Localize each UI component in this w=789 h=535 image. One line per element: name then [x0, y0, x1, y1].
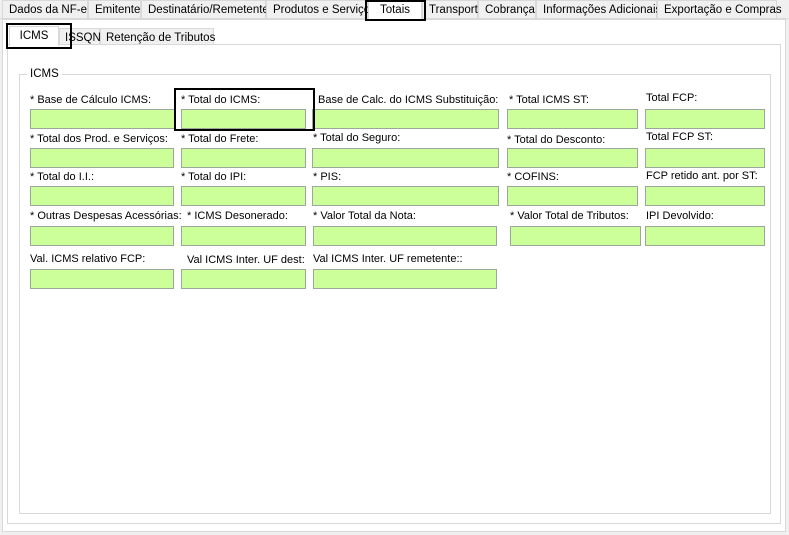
total-frete-field[interactable]	[181, 148, 306, 168]
icms-desonerado-field[interactable]	[181, 226, 306, 246]
total-ii-field[interactable]	[30, 186, 174, 206]
val-icms-uf-remetente-field[interactable]	[313, 269, 497, 289]
label-valor-total-tributos: * Valor Total de Tributos:	[510, 210, 629, 222]
label-total-ipi: * Total do IPI:	[181, 171, 247, 183]
label-total-fcp: Total FCP:	[646, 92, 698, 104]
label-cofins: * COFINS:	[507, 171, 559, 183]
total-icms-st-field[interactable]	[507, 109, 638, 129]
label-total-seguro: * Total do Seguro:	[313, 132, 401, 144]
base-calc-icms-st-field[interactable]	[312, 109, 499, 129]
total-icms-field[interactable]	[181, 109, 306, 129]
label-val-icms-uf-dest: Val ICMS Inter. UF dest:	[187, 254, 305, 266]
label-base-calc-icms-st: Base de Calc. do ICMS Substituição:	[318, 94, 499, 106]
total-fcp-st-field[interactable]	[645, 148, 765, 168]
valor-total-tributos-field[interactable]	[510, 226, 641, 246]
total-fcp-field[interactable]	[645, 109, 765, 129]
label-base-calculo-icms: * Base de Cálculo ICMS:	[30, 94, 152, 106]
tab-emitente[interactable]: Emitente	[88, 0, 141, 18]
outras-despesas-field[interactable]	[30, 226, 174, 246]
label-total-fcp-st: Total FCP ST:	[646, 131, 714, 143]
total-ipi-field[interactable]	[181, 186, 306, 206]
subtab-icms[interactable]: ICMS	[9, 26, 59, 46]
tab-dados-da-nfe[interactable]: Dados da NF-e	[2, 0, 88, 18]
label-total-icms-st: * Total ICMS ST:	[509, 94, 589, 106]
tab-exportacao-e-compras[interactable]: Exportação e Compras	[657, 0, 782, 18]
total-desconto-field[interactable]	[507, 148, 638, 168]
fcp-retido-st-field[interactable]	[645, 186, 765, 206]
base-calculo-icms-field[interactable]	[30, 109, 176, 129]
label-pis: * PIS:	[313, 171, 342, 183]
ipi-devolvido-field[interactable]	[645, 226, 765, 246]
label-ipi-devolvido: IPI Devolvido:	[646, 210, 714, 222]
label-total-prod-servicos: * Total dos Prod. e Serviços:	[30, 133, 168, 145]
label-fcp-retido-st: FCP retido ant. por ST:	[646, 170, 758, 182]
val-icms-uf-dest-field[interactable]	[181, 269, 306, 289]
label-val-icms-uf-remetente: Val ICMS Inter. UF remetente::	[313, 253, 463, 265]
label-valor-total-nota: * Valor Total da Nota:	[313, 210, 416, 222]
tab-transporte[interactable]: Transporte	[422, 0, 484, 18]
val-icms-fcp-field[interactable]	[30, 269, 174, 289]
label-outras-despesas: * Outras Despesas Acessórias:	[30, 210, 182, 222]
valor-total-nota-field[interactable]	[313, 226, 497, 246]
cofins-field[interactable]	[507, 186, 638, 206]
tab-totais[interactable]: Totais	[368, 0, 422, 20]
total-prod-servicos-field[interactable]	[30, 148, 174, 168]
label-total-icms: * Total do ICMS:	[181, 94, 261, 106]
total-seguro-field[interactable]	[312, 148, 499, 168]
icms-group-title: ICMS	[27, 68, 62, 80]
pis-field[interactable]	[312, 186, 499, 206]
tab-informacoes-adicionais[interactable]: Informações Adicionais	[536, 0, 661, 18]
label-total-frete: * Total do Frete:	[181, 133, 259, 145]
label-total-desconto: * Total do Desconto:	[507, 134, 606, 146]
tab-cobranca[interactable]: Cobrança	[478, 0, 536, 18]
label-total-ii: * Total do I.I.:	[30, 171, 95, 183]
tab-destinatario-remetente[interactable]: Destinatário/Remetente	[141, 0, 269, 18]
label-icms-desonerado: * ICMS Desonerado:	[187, 210, 288, 222]
tab-produtos-e-servicos[interactable]: Produtos e Serviços	[266, 0, 376, 18]
label-val-icms-fcp: Val. ICMS relativo FCP:	[30, 253, 146, 265]
